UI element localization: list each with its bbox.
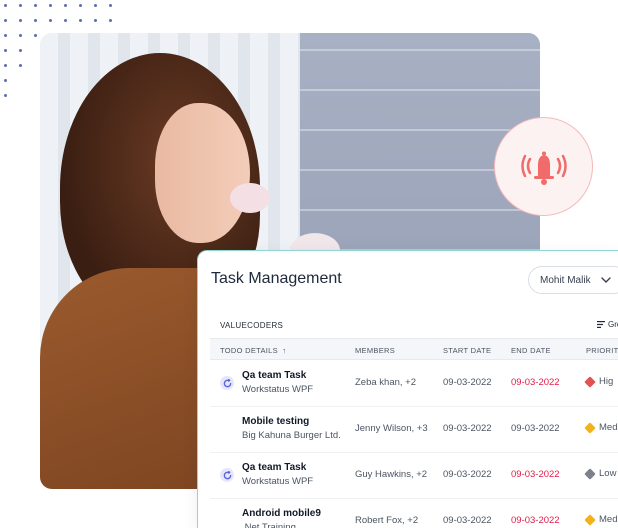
priority-flag-icon — [584, 375, 596, 388]
bell-ringing-icon — [520, 151, 567, 185]
table-header: TODO DETAILS ↑ MEMBERS START DATE END DA… — [210, 338, 618, 360]
table-row[interactable]: Qa team Task Workstatus WPF Zeba khan, +2 0… — [210, 361, 618, 407]
column-header-start-date[interactable]: START DATE — [443, 346, 491, 355]
task-start-date: 09-03-2022 — [443, 423, 492, 434]
task-project: Big Kahuna Burger Ltd. — [242, 430, 341, 441]
task-priority-label: Low — [599, 468, 617, 479]
task-name[interactable]: Android mobile9 — [242, 508, 321, 519]
task-start-date: 09-03-2022 — [443, 377, 492, 388]
organization-label: VALUECODERS — [220, 321, 284, 330]
decorative-dot — [19, 19, 22, 22]
task-members: Robert Fox, +2 — [355, 515, 419, 526]
sort-arrow-icon: ↑ — [282, 346, 287, 355]
decorative-dot — [4, 19, 7, 22]
table-row[interactable]: Mobile testing Big Kahuna Burger Ltd. Jenn… — [210, 407, 618, 453]
decorative-dot — [94, 4, 97, 7]
photo-flower — [230, 183, 270, 213]
task-project: .Net Training — [242, 522, 296, 528]
decorative-dot — [19, 34, 22, 37]
decorative-dot — [4, 64, 7, 67]
decorative-dot — [4, 79, 7, 82]
decorative-dot — [4, 4, 7, 7]
refresh-icon — [220, 376, 234, 390]
photo-woman-face — [155, 103, 250, 243]
user-select-value: Mohit Malik — [540, 274, 591, 286]
group-by-button[interactable]: Gro — [597, 320, 618, 329]
task-start-date: 09-03-2022 — [443, 469, 492, 480]
task-end-date: 09-03-2022 — [511, 423, 560, 434]
task-management-card: Task Management Mohit Malik VALUECODERS … — [197, 250, 618, 528]
task-priority: Med — [584, 513, 618, 526]
filter-lines-icon — [597, 321, 605, 328]
task-members: Jenny Wilson, +3 — [355, 423, 428, 434]
task-priority: Med — [584, 421, 618, 434]
task-end-date: 09-03-2022 — [511, 515, 560, 526]
task-priority-label: Med — [599, 422, 618, 433]
decorative-dot — [4, 34, 7, 37]
decorative-dot — [79, 4, 82, 7]
column-header-todo-label: TODO DETAILS — [220, 346, 278, 355]
priority-flag-icon — [584, 513, 596, 526]
decorative-dot — [34, 19, 37, 22]
decorative-dot — [64, 19, 67, 22]
column-header-end-date[interactable]: END DATE — [511, 346, 551, 355]
table-row[interactable]: Qa team Task Workstatus WPF Guy Hawkins, +… — [210, 453, 618, 499]
task-table: VALUECODERS Gro TODO DETAILS ↑ MEMBERS S… — [210, 311, 618, 528]
priority-flag-icon — [584, 421, 596, 434]
task-name[interactable]: Qa team Task — [242, 370, 306, 381]
decorative-dot — [79, 19, 82, 22]
task-project: Workstatus WPF — [242, 476, 314, 487]
chevron-down-icon — [600, 277, 611, 283]
task-end-date: 09-03-2022 — [511, 377, 560, 388]
task-priority: Low — [584, 467, 617, 480]
decorative-dot — [4, 94, 7, 97]
column-header-priority[interactable]: PRIORITY — [586, 346, 618, 355]
task-members: Zeba khan, +2 — [355, 377, 417, 388]
group-by-label: Gro — [608, 320, 618, 329]
refresh-icon — [220, 468, 234, 482]
column-header-members[interactable]: MEMBERS — [355, 346, 395, 355]
task-project: Workstatus WPF — [242, 384, 314, 395]
task-members: Guy Hawkins, +2 — [355, 469, 428, 480]
decorative-dot — [19, 49, 22, 52]
notification-bell-badge — [494, 117, 593, 216]
column-header-todo[interactable]: TODO DETAILS ↑ — [220, 346, 286, 355]
table-row[interactable]: Android mobile9 .Net Training Robert Fox, … — [210, 499, 618, 528]
task-priority: Hig — [584, 375, 614, 388]
decorative-dot — [4, 49, 7, 52]
decorative-dot — [34, 34, 37, 37]
decorative-dot — [34, 4, 37, 7]
task-start-date: 09-03-2022 — [443, 515, 492, 526]
decorative-dot — [109, 19, 112, 22]
decorative-dot — [94, 19, 97, 22]
priority-flag-icon — [584, 467, 596, 480]
task-name[interactable]: Mobile testing — [242, 416, 309, 427]
card-title: Task Management — [211, 270, 342, 287]
decorative-dot — [19, 4, 22, 7]
decorative-dot — [49, 4, 52, 7]
task-priority-label: Med — [599, 514, 618, 525]
decorative-dot — [19, 64, 22, 67]
task-priority-label: Hig — [599, 376, 614, 387]
user-select-dropdown[interactable]: Mohit Malik — [528, 266, 618, 294]
decorative-dot — [49, 19, 52, 22]
decorative-dot — [109, 4, 112, 7]
task-end-date: 09-03-2022 — [511, 469, 560, 480]
decorative-dot — [64, 4, 67, 7]
task-name[interactable]: Qa team Task — [242, 462, 306, 473]
